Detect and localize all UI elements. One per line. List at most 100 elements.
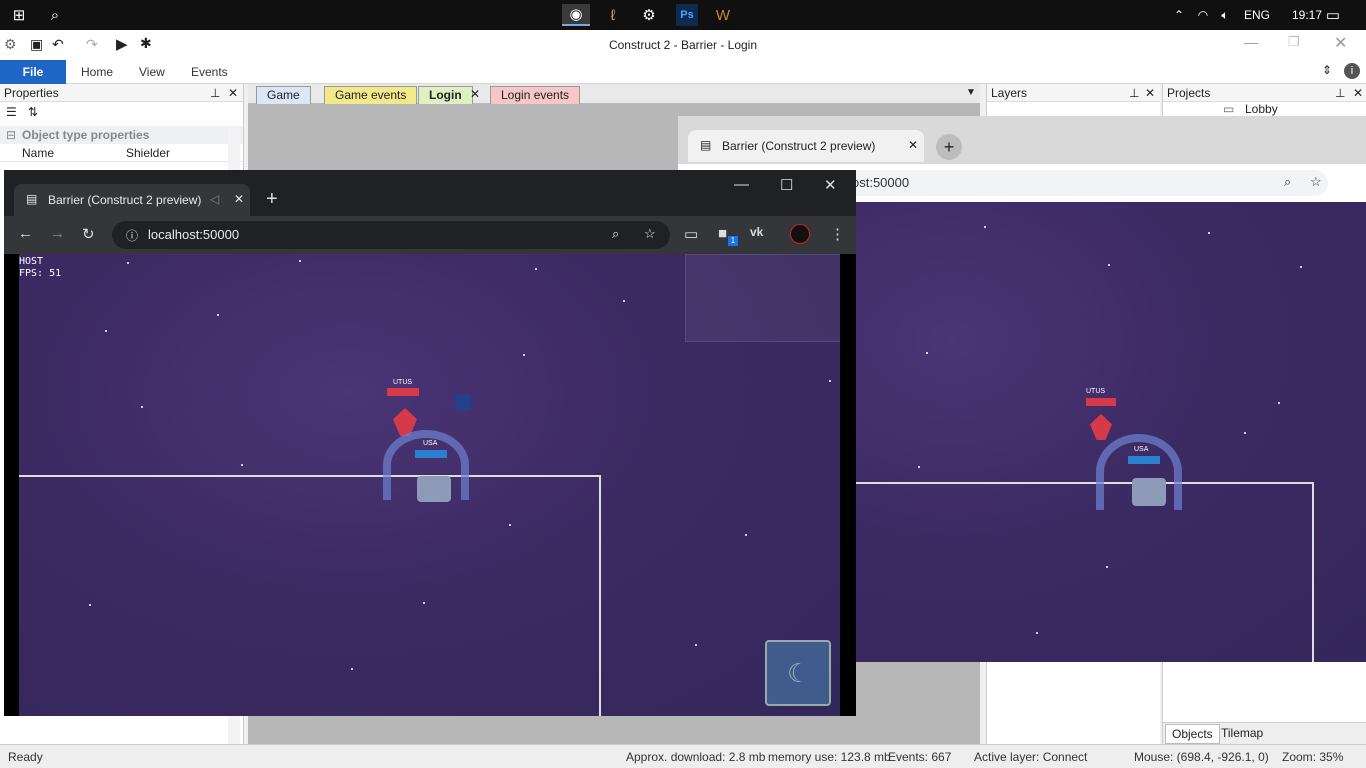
status-ready: Ready xyxy=(8,750,43,764)
new-tab-icon[interactable]: + xyxy=(936,134,962,160)
tab-tilemap[interactable]: Tilemap xyxy=(1221,726,1263,740)
maximize-icon[interactable]: ☐ xyxy=(780,176,793,194)
minimap-region xyxy=(685,254,840,342)
wifi-icon[interactable]: ◠ xyxy=(1192,4,1214,26)
zoom-icon[interactable]: ⌕ xyxy=(1284,174,1291,190)
player-label-red: UTUS xyxy=(393,379,413,386)
property-row[interactable]: Name Shielder xyxy=(0,144,243,162)
construct-gear-icon[interactable]: ⚙ xyxy=(638,4,660,26)
pin-icon[interactable]: ⊥ xyxy=(1129,84,1139,102)
object-type-section[interactable]: ⊟ Object type properties xyxy=(0,126,243,144)
pin-icon[interactable]: ⊥ xyxy=(210,84,220,102)
browser-front-tab-title: Barrier (Construct 2 preview) xyxy=(48,193,202,207)
property-name: Name xyxy=(22,146,55,160)
vk-icon[interactable]: vk xyxy=(750,225,763,239)
info-icon[interactable]: ⓘ xyxy=(126,227,138,244)
ability-slot[interactable]: ☾ xyxy=(765,640,831,706)
search-icon[interactable]: ⌕ xyxy=(44,4,66,26)
player-label-red: UTUS xyxy=(1086,388,1106,395)
collapse-icon[interactable]: ⊟ xyxy=(6,126,16,144)
folder-icon: ▭ xyxy=(1223,102,1235,116)
window-title: Construct 2 - Barrier - Login xyxy=(608,38,758,52)
pin-icon[interactable]: ⊥ xyxy=(1335,84,1345,102)
projects-title: Projects xyxy=(1167,86,1211,100)
collapse-ribbon-icon[interactable]: ⇕ xyxy=(1322,63,1332,77)
close-icon[interactable]: ✕ xyxy=(824,176,837,194)
info-icon[interactable]: i xyxy=(1344,63,1360,79)
warcraft-icon[interactable]: W xyxy=(712,4,734,26)
app-icon[interactable]: ℓ xyxy=(602,4,624,26)
browser-front-toolbar: ← → ↻ ⓘ localhost:50000 ⌕ ☆ ▭ ■ 1 vk ⋮ xyxy=(4,216,856,254)
layout-tabs: Game Game events Login ✕ Login events ▼ xyxy=(248,84,980,104)
photoshop-icon[interactable]: Ps xyxy=(676,4,698,26)
new-tab-icon[interactable]: + xyxy=(266,188,278,211)
extension-badge: 1 xyxy=(728,236,738,246)
browser-window-front: ▤ Barrier (Construct 2 preview) ◁ ✕ + — … xyxy=(4,170,856,716)
tab-objects[interactable]: Objects xyxy=(1165,724,1220,744)
browser-back-tab[interactable]: ▤ Barrier (Construct 2 preview) ✕ xyxy=(688,130,924,162)
categorized-icon[interactable]: ☰ xyxy=(6,105,17,119)
browser-back-omnibox[interactable]: ost:50000 ⌕ ☆ xyxy=(788,170,1328,196)
section-title: Object type properties xyxy=(22,128,150,142)
tab-game[interactable]: Game xyxy=(256,86,311,104)
language-indicator[interactable]: ENG xyxy=(1244,8,1270,22)
minimize-icon[interactable]: — xyxy=(734,176,749,193)
tab-game-events[interactable]: Game events xyxy=(324,86,418,104)
extension-icon[interactable]: ▭ xyxy=(684,225,698,243)
tab-close-icon[interactable]: ✕ xyxy=(470,87,480,101)
hud-host: HOST xyxy=(19,256,44,267)
game-canvas-front[interactable]: HOST FPS: 51 UTUS USA ☾ xyxy=(19,254,840,716)
ribbon: File Home View Events ⇕ i xyxy=(0,60,1366,84)
panel-close-icon[interactable]: ✕ xyxy=(228,84,238,102)
minimize-icon[interactable]: — xyxy=(1244,34,1258,50)
file-tab[interactable]: File xyxy=(0,60,66,84)
chrome-icon[interactable]: ◉ xyxy=(562,4,590,26)
page-icon: ▤ xyxy=(26,192,38,206)
taskbar: ⊞ ⌕ ◉ ℓ ⚙ Ps W ⌃ ◠ 🔈︎ ENG 19:17 ▭ xyxy=(0,0,1366,30)
notification-icon[interactable]: ▭ xyxy=(1322,4,1344,26)
chevron-up-icon[interactable]: ⌃ xyxy=(1168,4,1190,26)
view-tab[interactable]: View xyxy=(139,65,165,79)
hud-fps: FPS: 51 xyxy=(19,268,62,279)
tab-login[interactable]: Login xyxy=(418,86,473,104)
window-titlebar: ⚙ ▣ ↶ ↷ ▶ ✱ Construct 2 - Barrier - Logi… xyxy=(0,30,1366,60)
clock[interactable]: 19:17 xyxy=(1292,8,1322,22)
project-item-label: Lobby xyxy=(1245,102,1278,116)
project-tree-item[interactable]: ▭ Lobby xyxy=(1163,102,1366,116)
properties-title: Properties xyxy=(4,86,59,100)
forward-arrow-icon[interactable]: → xyxy=(50,225,65,242)
layers-title: Layers xyxy=(991,86,1028,100)
volume-icon[interactable]: 🔈︎ xyxy=(1214,4,1236,26)
browser-front-tab[interactable]: ▤ Barrier (Construct 2 preview) ◁ ✕ xyxy=(14,184,250,216)
restore-icon[interactable]: ❐ xyxy=(1288,34,1300,50)
zoom-icon[interactable]: ⌕ xyxy=(612,226,619,242)
bookmark-star-icon[interactable]: ☆ xyxy=(644,226,656,242)
browser-front-omnibox[interactable]: ⓘ localhost:50000 ⌕ ☆ xyxy=(112,221,670,249)
tab-login-events[interactable]: Login events xyxy=(490,86,581,104)
reload-icon[interactable]: ↻ xyxy=(82,225,95,243)
status-active-layer: Active layer: Connect xyxy=(974,750,1088,764)
events-tab[interactable]: Events xyxy=(191,65,228,79)
panel-close-icon[interactable]: ✕ xyxy=(1353,84,1363,102)
mute-icon[interactable]: ◁ xyxy=(210,192,219,206)
bookmark-star-icon[interactable]: ☆ xyxy=(1310,174,1322,190)
windows-start-icon[interactable]: ⊞ xyxy=(8,4,30,26)
layers-header: Layers ⊥ ✕ xyxy=(987,84,1160,102)
tab-close-icon[interactable]: ✕ xyxy=(908,138,918,152)
status-memory: memory use: 123.8 mb xyxy=(768,750,891,764)
panel-close-icon[interactable]: ✕ xyxy=(1145,84,1155,102)
extension-box-icon[interactable]: ■ xyxy=(718,225,727,242)
status-zoom: Zoom: 35% xyxy=(1282,750,1344,764)
back-arrow-icon[interactable]: ← xyxy=(18,225,33,242)
sort-alpha-icon[interactable]: ⇅ xyxy=(28,105,38,119)
tab-close-icon[interactable]: ✕ xyxy=(234,192,244,206)
home-tab[interactable]: Home xyxy=(81,65,113,79)
property-value[interactable]: Shielder xyxy=(126,146,170,160)
boundary-line xyxy=(19,475,601,716)
red-ship xyxy=(1090,414,1112,440)
avatar[interactable] xyxy=(790,224,810,244)
properties-header: Properties ⊥ ✕ xyxy=(0,84,243,102)
menu-dots-icon[interactable]: ⋮ xyxy=(830,225,845,243)
close-icon[interactable]: ✕ xyxy=(1334,33,1347,53)
tabs-dropdown-icon[interactable]: ▼ xyxy=(966,87,976,98)
